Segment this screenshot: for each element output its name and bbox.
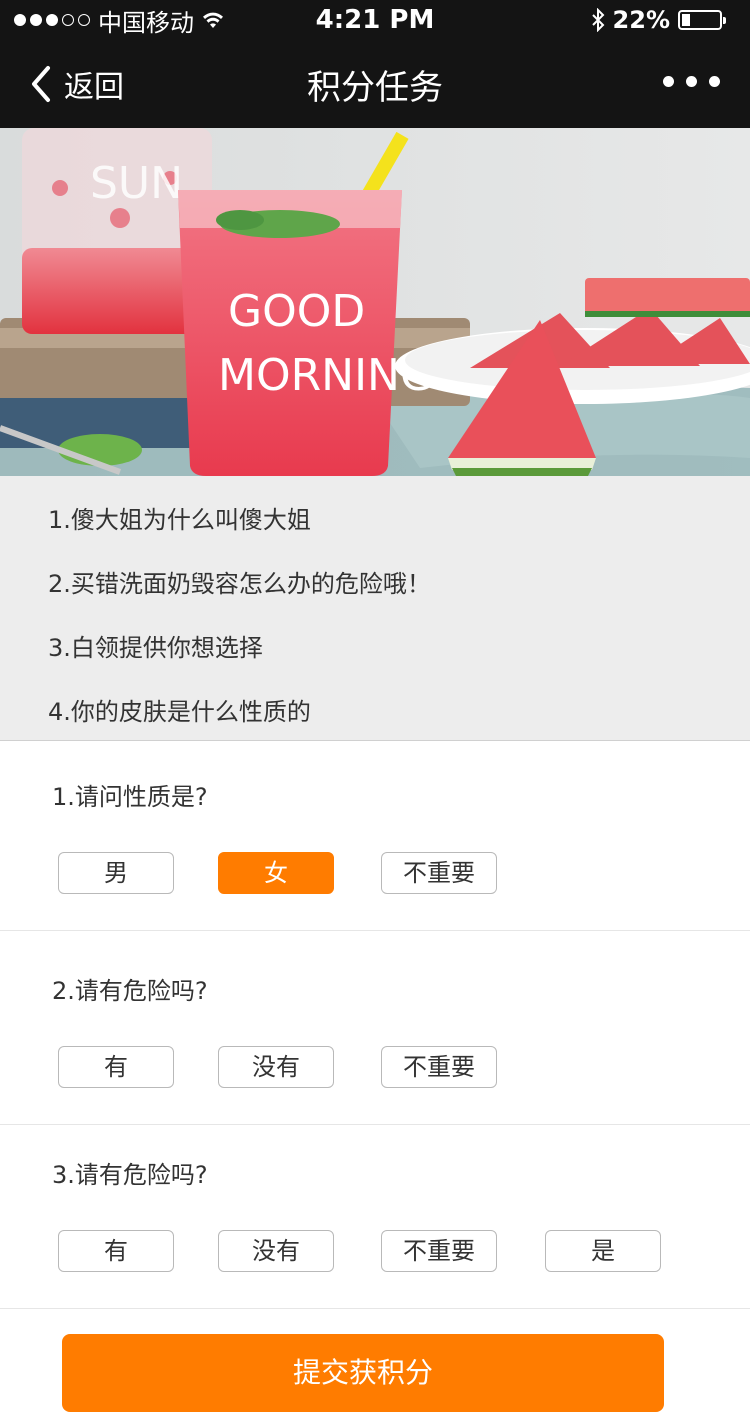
submit-button[interactable]: 提交获积分 (62, 1334, 664, 1412)
option-female[interactable]: 女 (218, 852, 334, 894)
question-title: 1.请问性质是? (52, 783, 208, 811)
option-not-important[interactable]: 不重要 (381, 1230, 497, 1272)
option-not-important[interactable]: 不重要 (381, 1046, 497, 1088)
option-yes[interactable]: 有 (58, 1230, 174, 1272)
battery-percent: 22% (612, 6, 670, 34)
option-yes[interactable]: 有 (58, 1046, 174, 1088)
question-2: 2.请有危险吗? 有 没有 不重要 (0, 931, 750, 1125)
nav-bar: 返回 积分任务 (0, 40, 750, 128)
article-item-3[interactable]: 3.白领提供你想选择 (48, 628, 263, 663)
status-bar: 中国移动 4:21 PM 22% (0, 0, 750, 40)
question-1: 1.请问性质是? 男 女 不重要 (0, 741, 750, 931)
question-3: 3.请有危险吗? 有 没有 不重要 是 (0, 1125, 750, 1309)
option-is[interactable]: 是 (545, 1230, 661, 1272)
wifi-icon (203, 12, 223, 28)
article-item-4[interactable]: 4.你的皮肤是什么性质的 (48, 692, 311, 727)
signal-icon (14, 14, 90, 26)
carrier-label: 中国移动 (98, 8, 194, 37)
question-title: 3.请有危险吗? (52, 1161, 208, 1189)
banner-image: SUN GOOD MORNING (0, 128, 750, 476)
option-male[interactable]: 男 (58, 852, 174, 894)
back-glass-text: SUN (90, 158, 183, 209)
option-not-important[interactable]: 不重要 (381, 852, 497, 894)
option-no[interactable]: 没有 (218, 1230, 334, 1272)
more-icon[interactable] (663, 76, 720, 87)
page-title: 积分任务 (307, 68, 443, 108)
question-title: 2.请有危险吗? (52, 977, 208, 1005)
article-list: 1.傻大姐为什么叫傻大姐 2.买错洗面奶毁容怎么办的危险哦！ 3.白领提供你想选… (0, 476, 750, 741)
option-no[interactable]: 没有 (218, 1046, 334, 1088)
bluetooth-icon (591, 8, 604, 32)
watermelon-juice-illustration: SUN GOOD MORNING (0, 128, 750, 476)
battery-icon (678, 10, 726, 30)
glass-text-good: GOOD (228, 286, 365, 337)
article-item-2[interactable]: 2.买错洗面奶毁容怎么办的危险哦！ (48, 564, 431, 599)
article-item-1[interactable]: 1.傻大姐为什么叫傻大姐 (48, 500, 311, 535)
